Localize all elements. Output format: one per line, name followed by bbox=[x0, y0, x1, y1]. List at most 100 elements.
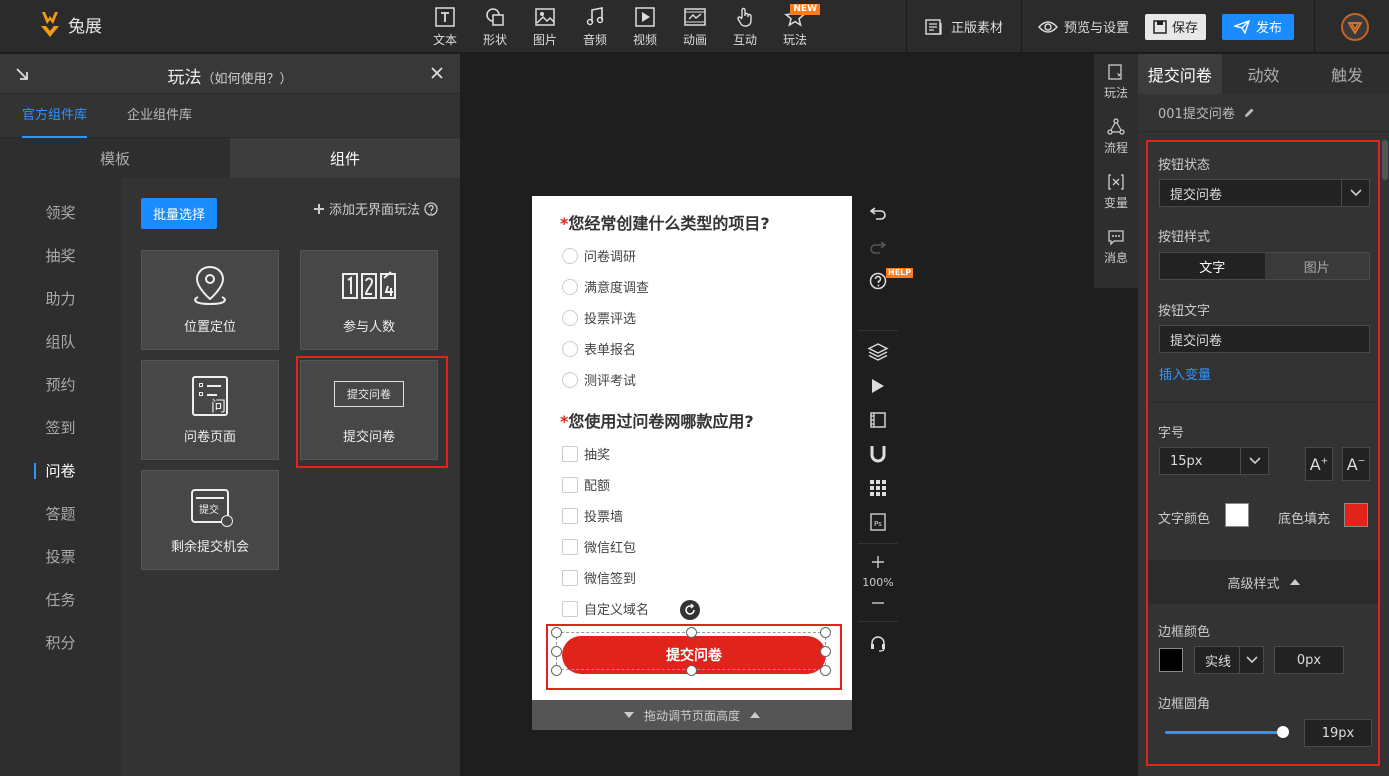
radio-option[interactable]: 投票评选 bbox=[562, 308, 636, 327]
tool-shape[interactable]: 形状 bbox=[470, 4, 520, 48]
tool-interact[interactable]: 互动 bbox=[720, 4, 770, 48]
save-button[interactable]: 保存 bbox=[1144, 13, 1206, 40]
mini-bar-message[interactable]: 消息 bbox=[1094, 219, 1138, 274]
category-item[interactable]: 抽奖 bbox=[0, 234, 121, 277]
component-card-participants[interactable]: 参与人数 bbox=[300, 250, 438, 350]
checkbox[interactable] bbox=[562, 538, 578, 555]
component-card-location[interactable]: 位置定位 bbox=[141, 250, 279, 350]
tab-enterprise-library[interactable]: 企业组件库 bbox=[127, 94, 192, 138]
resize-handle[interactable] bbox=[820, 665, 831, 676]
category-item[interactable]: 投票 bbox=[0, 535, 121, 578]
category-item-active[interactable]: 问卷 bbox=[0, 449, 121, 492]
category-item[interactable]: 预约 bbox=[0, 363, 121, 406]
resize-handle[interactable] bbox=[820, 627, 831, 638]
template-component-switch: 模板 组件 bbox=[0, 138, 460, 178]
genuine-assets-button[interactable]: 正版素材 bbox=[907, 17, 1021, 36]
magnet-button[interactable] bbox=[858, 437, 898, 471]
preview-play-button[interactable] bbox=[858, 369, 898, 403]
question-2-title[interactable]: *您使用过问卷网哪款应用? bbox=[560, 408, 754, 432]
mini-bar-variable[interactable]: 变量 bbox=[1094, 164, 1138, 219]
page-height-drag-bar[interactable]: 拖动调节页面高度 bbox=[532, 700, 852, 730]
category-item[interactable]: 积分 bbox=[0, 621, 121, 664]
resize-handle[interactable] bbox=[551, 627, 562, 638]
tab-component[interactable]: 组件 bbox=[230, 138, 460, 178]
category-item[interactable]: 答题 bbox=[0, 492, 121, 535]
timeline-button[interactable] bbox=[858, 403, 898, 437]
customer-service-button[interactable] bbox=[858, 626, 898, 660]
mini-bar-flow[interactable]: 流程 bbox=[1094, 109, 1138, 164]
checkbox[interactable] bbox=[562, 600, 578, 617]
question-1-title[interactable]: *您经常创建什么类型的项目? bbox=[560, 210, 770, 234]
tab-effects[interactable]: 动效 bbox=[1222, 54, 1306, 94]
how-to-use-link[interactable]: （如何使用？） bbox=[201, 72, 292, 87]
checkbox[interactable] bbox=[562, 445, 578, 462]
help-button[interactable]: HELP bbox=[858, 264, 914, 298]
component-card-questionnaire-page[interactable]: 问 问卷页面 bbox=[141, 360, 279, 460]
checkbox-option[interactable]: 配额 bbox=[562, 475, 610, 494]
category-item[interactable]: 助力 bbox=[0, 277, 121, 320]
top-actions: 正版素材 预览与设置 保存 发布 bbox=[905, 0, 1389, 53]
tool-animation[interactable]: 动画 bbox=[670, 4, 720, 48]
rotate-handle-icon[interactable] bbox=[680, 600, 700, 620]
tab-template[interactable]: 模板 bbox=[0, 138, 230, 178]
mini-bar-play[interactable]: 玩法 bbox=[1094, 54, 1138, 109]
checkbox[interactable] bbox=[562, 507, 578, 524]
radio-option[interactable]: 测评考试 bbox=[562, 370, 636, 389]
close-icon[interactable] bbox=[430, 66, 444, 80]
resize-handle[interactable] bbox=[551, 665, 562, 676]
batch-select-button[interactable]: 批量选择 bbox=[141, 198, 217, 229]
redo-button[interactable] bbox=[858, 230, 898, 264]
checkbox-option[interactable]: 抽奖 bbox=[562, 444, 610, 463]
tab-official-library[interactable]: 官方组件库 bbox=[22, 94, 88, 138]
panel-title-text: 玩法 bbox=[167, 68, 202, 88]
tab-submit-questionnaire[interactable]: 提交问卷 bbox=[1138, 54, 1222, 94]
tab-trigger[interactable]: 触发 bbox=[1305, 54, 1389, 94]
category-item[interactable]: 签到 bbox=[0, 406, 121, 449]
add-headless-play-link[interactable]: 添加无界面玩法 bbox=[313, 199, 438, 218]
tool-audio[interactable]: 音频 bbox=[570, 4, 620, 48]
preview-settings-button[interactable]: 预览与设置 bbox=[1022, 17, 1145, 36]
psd-import-button[interactable]: Ps bbox=[858, 505, 898, 539]
logo[interactable]: 兔展 bbox=[38, 10, 102, 38]
grid-button[interactable] bbox=[858, 471, 898, 505]
checkbox-option[interactable]: 微信红包 bbox=[562, 537, 636, 556]
undo-button[interactable] bbox=[858, 196, 898, 230]
radio-option[interactable]: 问卷调研 bbox=[562, 246, 636, 265]
resize-handle[interactable] bbox=[551, 646, 562, 657]
avatar[interactable] bbox=[1341, 12, 1369, 41]
zoom-out-button[interactable] bbox=[858, 589, 898, 617]
pencil-icon[interactable] bbox=[1243, 107, 1255, 119]
tool-play[interactable]: 玩法 NEW bbox=[770, 4, 820, 48]
resize-handle[interactable] bbox=[820, 646, 831, 657]
resize-handle[interactable] bbox=[686, 627, 697, 638]
radio-circle[interactable] bbox=[562, 247, 578, 264]
radio-circle[interactable] bbox=[562, 371, 578, 388]
component-name: 001提交问卷 bbox=[1158, 107, 1235, 122]
library-tabs: 官方组件库 企业组件库 bbox=[0, 94, 460, 138]
radio-circle[interactable] bbox=[562, 309, 578, 326]
checkbox[interactable] bbox=[562, 476, 578, 493]
scrollbar[interactable] bbox=[1382, 140, 1388, 180]
radio-circle[interactable] bbox=[562, 278, 578, 295]
radio-option[interactable]: 满意度调查 bbox=[562, 277, 649, 296]
category-item[interactable]: 领奖 bbox=[0, 191, 121, 234]
checkbox-option[interactable]: 投票墙 bbox=[562, 506, 623, 525]
publish-button[interactable]: 发布 bbox=[1221, 13, 1294, 40]
resize-handle[interactable] bbox=[686, 665, 697, 676]
tool-video[interactable]: 视频 bbox=[620, 4, 670, 48]
tool-image[interactable]: 图片 bbox=[520, 4, 570, 48]
tool-text[interactable]: 文本 bbox=[420, 4, 470, 48]
radio-circle[interactable] bbox=[562, 340, 578, 357]
category-item[interactable]: 组队 bbox=[0, 320, 121, 363]
component-name-row[interactable]: 001提交问卷 bbox=[1138, 94, 1389, 132]
zoom-in-button[interactable] bbox=[858, 548, 898, 576]
checkbox-option[interactable]: 微信签到 bbox=[562, 568, 636, 587]
layers-button[interactable] bbox=[858, 335, 898, 369]
help-icon[interactable] bbox=[424, 201, 438, 216]
component-card-remaining-chances[interactable]: 提交 剩余提交机会 bbox=[141, 470, 279, 570]
checkbox[interactable] bbox=[562, 569, 578, 586]
checkbox-option[interactable]: 自定义域名 bbox=[562, 599, 649, 618]
user-badge-icon bbox=[1347, 21, 1363, 35]
radio-option[interactable]: 表单报名 bbox=[562, 339, 636, 358]
category-item[interactable]: 任务 bbox=[0, 578, 121, 621]
